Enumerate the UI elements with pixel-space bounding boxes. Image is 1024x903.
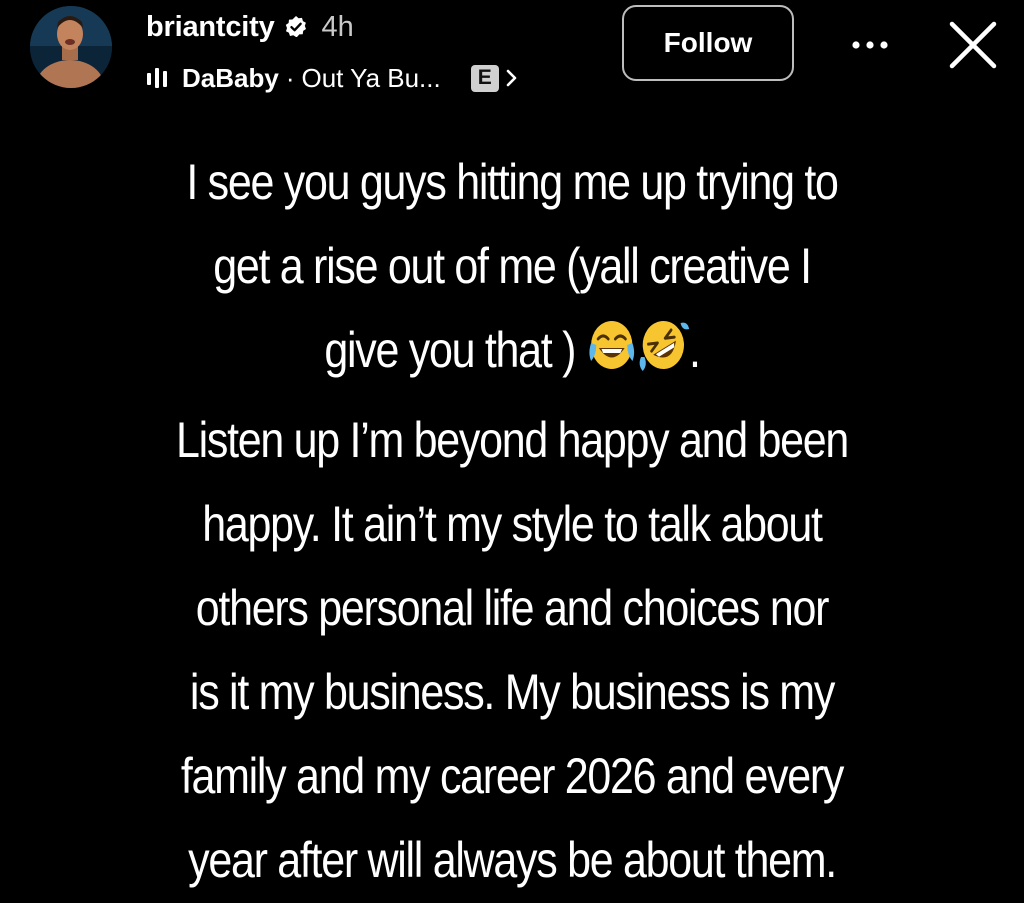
- avatar-image: [30, 6, 112, 88]
- story-line-4: Listen up I’m beyond happy and been: [175, 412, 849, 468]
- verified-badge-icon: [284, 15, 308, 39]
- chevron-right-icon[interactable]: [505, 67, 519, 89]
- more-options-icon[interactable]: [848, 32, 892, 58]
- avatar[interactable]: [30, 6, 112, 88]
- story-line-3-period: .: [688, 322, 701, 378]
- username[interactable]: briantcity: [146, 11, 275, 44]
- story-line-6: others personal life and choices nor: [195, 580, 830, 636]
- story-line-7: is it my business. My business is my: [189, 664, 835, 720]
- face-with-tears-of-joy-icon: [586, 314, 689, 398]
- explicit-badge: E: [470, 64, 499, 92]
- username-row: briantcity 4h: [146, 6, 354, 48]
- post-time: 4h: [321, 10, 354, 43]
- story-viewer: briantcity 4h DaBaby · Out Ya Bu... E Fo…: [0, 0, 1024, 903]
- story-line-3: give you that ) .: [89, 308, 935, 398]
- story-line-3-text: give you that ): [324, 322, 576, 378]
- story-line-1: I see you guys hitting me up trying to: [186, 154, 839, 210]
- story-line-5: happy. It ain’t my style to talk about: [202, 496, 823, 552]
- story-line-2: get a rise out of me (yall creative I: [213, 238, 812, 294]
- music-track-title: Out Ya Bu...: [301, 62, 441, 93]
- close-icon[interactable]: [945, 17, 1001, 73]
- follow-button[interactable]: Follow: [622, 5, 794, 81]
- music-separator: ·: [285, 62, 295, 93]
- rolling-on-the-floor-laughing-icon: [639, 321, 689, 371]
- story-text: I see you guys hitting me up trying to g…: [89, 140, 935, 902]
- music-artist: DaBaby: [182, 62, 279, 93]
- music-attribution[interactable]: DaBaby · Out Ya Bu... E: [146, 58, 519, 98]
- story-line-8: family and my career 2026 and every: [180, 748, 845, 804]
- music-bars-icon: [146, 66, 172, 90]
- story-line-9: year after will always be about them.: [188, 832, 837, 888]
